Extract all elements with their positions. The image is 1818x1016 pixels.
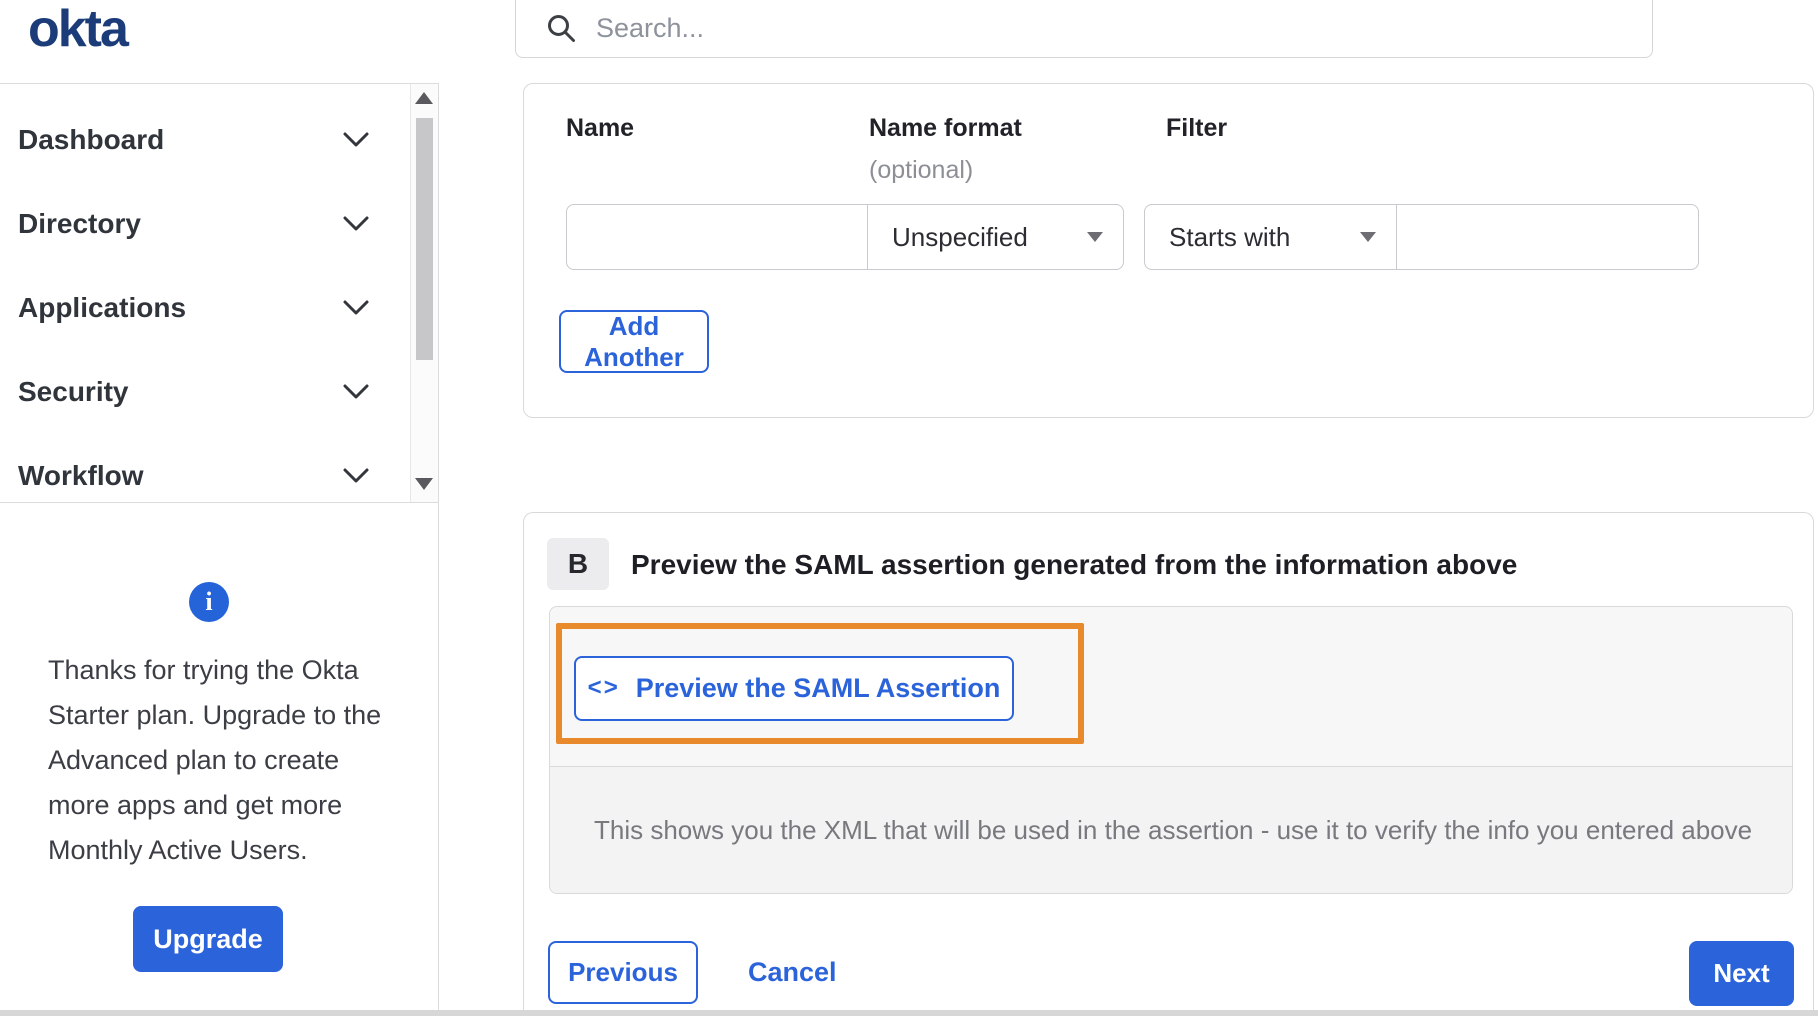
chevron-down-icon <box>343 216 369 231</box>
window-bottom-edge <box>0 1010 1818 1016</box>
sidebar-item-applications[interactable]: Applications <box>0 266 439 350</box>
next-button[interactable]: Next <box>1689 941 1794 1006</box>
filter-operator-selected-value: Starts with <box>1169 221 1291 252</box>
search-input[interactable] <box>596 12 1496 44</box>
filter-value-input[interactable] <box>1397 205 1697 269</box>
code-icon: <> <box>587 673 620 701</box>
trial-notice-text: Thanks for trying the Okta Starter plan.… <box>48 655 382 865</box>
upgrade-button[interactable]: Upgrade <box>133 906 283 972</box>
sidebar-item-workflow[interactable]: Workflow <box>0 434 439 518</box>
name-format-select[interactable]: Unspecified <box>867 205 1123 269</box>
sidebar-item-label: Applications <box>18 292 187 323</box>
sidebar-item-security[interactable]: Security <box>0 350 439 434</box>
preview-panel-note-row: This shows you the XML that will be used… <box>550 767 1792 893</box>
section-b-badge: B <box>547 538 609 590</box>
scrollbar-up-arrow[interactable] <box>415 92 433 104</box>
filter-column-label: Filter <box>1166 114 1228 142</box>
filter-operator-select[interactable]: Starts with <box>1145 205 1397 269</box>
name-and-format-group: Unspecified <box>566 204 1124 270</box>
chevron-down-icon <box>343 384 369 399</box>
sidebar-divider <box>438 83 439 1016</box>
scrollbar-thumb[interactable] <box>416 118 433 360</box>
name-format-optional-label: (optional) <box>869 156 974 184</box>
okta-admin-screen: okta Dashboard Directory Applications <box>0 0 1818 1016</box>
sidebar-item-label: Security <box>18 376 129 407</box>
add-another-button[interactable]: Add Another <box>559 310 709 373</box>
caret-down-icon <box>1087 232 1103 242</box>
sidebar-item-label: Directory <box>18 208 141 239</box>
caret-down-icon <box>1360 232 1376 242</box>
preview-button-label: Preview the SAML Assertion <box>635 673 1001 703</box>
search-icon <box>548 15 575 42</box>
attribute-statements-card: Name Name format (optional) Filter Unspe… <box>523 83 1814 418</box>
chevron-down-icon <box>343 468 369 483</box>
sidebar-nav: Dashboard Directory Applications Securit… <box>0 83 439 503</box>
sidebar-item-label: Dashboard <box>18 124 165 155</box>
chevron-down-icon <box>343 132 369 147</box>
name-column-label: Name <box>566 114 635 142</box>
global-search <box>515 0 1653 58</box>
name-format-column-label: Name format <box>869 114 1022 142</box>
sidebar-item-label: Workflow <box>18 460 144 491</box>
sidebar-item-dashboard[interactable]: Dashboard <box>0 98 439 182</box>
attribute-name-input[interactable] <box>567 205 867 269</box>
info-icon: i <box>189 582 229 622</box>
preview-assertion-card: B Preview the SAML assertion generated f… <box>523 512 1814 1016</box>
section-b-title: Preview the SAML assertion generated fro… <box>631 549 1518 580</box>
scrollbar-down-arrow[interactable] <box>415 478 433 490</box>
okta-logo[interactable]: okta <box>28 0 129 58</box>
cancel-link[interactable]: Cancel <box>748 941 837 1004</box>
preview-saml-assertion-button[interactable]: <> Preview the SAML Assertion <box>574 656 1014 721</box>
sidebar-item-directory[interactable]: Directory <box>0 182 439 266</box>
name-format-selected-value: Unspecified <box>892 221 1028 252</box>
filter-group: Starts with <box>1144 204 1699 270</box>
chevron-down-icon <box>343 300 369 315</box>
preview-helper-text: This shows you the XML that will be used… <box>594 815 1753 845</box>
previous-button[interactable]: Previous <box>548 941 698 1004</box>
